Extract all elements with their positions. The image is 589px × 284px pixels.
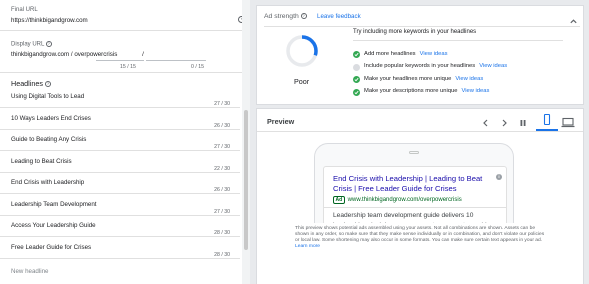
strength-tip: Make your descriptions more unique View i… bbox=[364, 88, 489, 94]
headline-text[interactable]: Using Digital Tools to Lead bbox=[11, 93, 84, 100]
ad-display-url: www.thinkbigandgrow.com/overpowercrisis bbox=[347, 197, 462, 203]
headline-char-count: 22 / 30 bbox=[214, 165, 230, 172]
display-url-path1-input[interactable]: overpowercrisis bbox=[74, 51, 117, 58]
phone-speaker bbox=[409, 151, 419, 154]
headline-field[interactable]: Leadership Team Development 27 / 30 bbox=[0, 194, 240, 216]
scrollbar-thumb[interactable] bbox=[244, 110, 248, 250]
strength-tip: Make your headlines more unique View idea… bbox=[364, 76, 483, 82]
preview-title: Preview bbox=[267, 117, 295, 126]
divider bbox=[0, 72, 248, 73]
ad-strength-title: Ad strength ? bbox=[264, 13, 307, 20]
display-url-label: Display URL ? bbox=[11, 41, 52, 48]
view-ideas-link[interactable]: View ideas bbox=[420, 51, 448, 57]
headline-text[interactable]: Free Leader Guide for Crises bbox=[11, 244, 91, 251]
checkmark-icon bbox=[353, 51, 360, 58]
laptop-icon bbox=[561, 117, 575, 128]
headline-text[interactable]: Guide to Beating Any Crisis bbox=[11, 136, 86, 143]
help-icon[interactable]: ? bbox=[45, 41, 52, 47]
view-ideas-link[interactable]: View ideas bbox=[455, 76, 483, 82]
path1-count: 15 / 15 bbox=[120, 64, 136, 70]
headline-field[interactable]: Guide to Beating Any Crisis 27 / 30 bbox=[0, 129, 240, 151]
headline-field[interactable]: 10 Ways Leaders End Crises 26 / 30 bbox=[0, 108, 240, 130]
strength-rating: Poor bbox=[294, 77, 310, 86]
display-url-slash: / bbox=[142, 51, 144, 58]
ad-strength-card: Ad strength ? Leave feedback Poor Try in… bbox=[256, 5, 584, 105]
tip-text: Make your headlines more unique bbox=[364, 75, 452, 82]
preview-disclaimer: This preview shows potential ads assembl… bbox=[295, 226, 545, 249]
ad-badge: Ad bbox=[333, 196, 345, 204]
strength-gauge bbox=[286, 35, 318, 67]
ad-url-line: Ad www.thinkbigandgrow.com/overpowercrisi… bbox=[333, 196, 462, 204]
display-url-field: thinkbigandgrow.com / overpowercrisis / bbox=[11, 51, 144, 58]
display-url-base: thinkbigandgrow.com bbox=[11, 51, 70, 58]
learn-more-link[interactable]: Learn more bbox=[295, 244, 320, 249]
headline-field[interactable]: Free Leader Guide for Crises 28 / 30 bbox=[0, 237, 240, 259]
pause-icon[interactable] bbox=[518, 115, 528, 126]
headline-char-count: 28 / 30 bbox=[214, 251, 230, 258]
headline-text[interactable]: Leadership Team Development bbox=[11, 201, 97, 208]
strength-tip: Add more headlines View ideas bbox=[364, 51, 448, 57]
headline-char-count: 27 / 30 bbox=[214, 101, 230, 107]
divider bbox=[264, 26, 580, 27]
tip-text: Make your descriptions more unique bbox=[364, 88, 458, 94]
divider bbox=[324, 207, 506, 208]
headline-text[interactable]: Leading to Beat Crisis bbox=[11, 158, 72, 165]
path2-underline bbox=[146, 60, 206, 61]
final-url-label: Final URL bbox=[11, 7, 38, 13]
headline-field[interactable]: Access Your Leadership Guide 28 / 30 bbox=[0, 215, 240, 237]
tip-text: Add more headlines bbox=[364, 50, 416, 57]
headline-text[interactable]: End Crisis with Leadership bbox=[11, 179, 84, 186]
strength-intro: Try including more keywords in your head… bbox=[353, 29, 477, 35]
tip-text: Include popular keywords in your headlin… bbox=[364, 63, 476, 69]
final-url-input[interactable]: https://thinkbigandgrow.com bbox=[11, 17, 88, 24]
view-ideas-link[interactable]: View ideas bbox=[479, 63, 507, 69]
headline-field[interactable]: End Crisis with Leadership 26 / 30 bbox=[0, 172, 240, 194]
headline-char-count: 28 / 30 bbox=[214, 230, 230, 236]
leave-feedback-link[interactable]: Leave feedback bbox=[317, 13, 361, 20]
help-icon[interactable]: ? bbox=[300, 13, 307, 20]
desktop-view-tab[interactable] bbox=[561, 115, 575, 128]
pending-icon bbox=[353, 63, 360, 71]
collapse-chevron-icon[interactable] bbox=[569, 13, 578, 24]
headline-text[interactable]: 10 Ways Leaders End Crises bbox=[11, 115, 91, 122]
view-ideas-link[interactable]: View ideas bbox=[461, 88, 489, 94]
headline-field[interactable]: Leading to Beat Crisis 22 / 30 bbox=[0, 151, 240, 173]
headline-char-count: 27 / 30 bbox=[214, 144, 230, 150]
new-headline-input[interactable]: New headline bbox=[11, 268, 49, 275]
headline-text[interactable]: Access Your Leadership Guide bbox=[11, 222, 96, 229]
preview-card: Preview End Crisis with Leadership | Lea… bbox=[256, 108, 584, 284]
headline-field[interactable]: Using Digital Tools to Lead 27 / 30 bbox=[0, 86, 240, 108]
chevron-left-icon[interactable] bbox=[481, 115, 491, 127]
smartphone-icon bbox=[543, 114, 551, 125]
divider bbox=[0, 30, 248, 31]
mobile-view-tab[interactable] bbox=[536, 109, 558, 131]
checkmark-icon bbox=[353, 88, 360, 96]
path2-count: 0 / 15 bbox=[191, 64, 204, 70]
divider bbox=[353, 40, 563, 41]
divider bbox=[257, 131, 583, 132]
info-icon[interactable]: i bbox=[496, 174, 502, 180]
checkmark-icon bbox=[353, 76, 360, 83]
path1-underline bbox=[96, 60, 144, 61]
ad-headline-link[interactable]: End Crisis with Leadership | Leading to … bbox=[333, 174, 483, 193]
headline-char-count: 26 / 30 bbox=[214, 122, 230, 129]
asset-editor-panel: Final URL https://thinkbigandgrow.com ? … bbox=[0, 0, 250, 284]
display-url-slash: / bbox=[70, 51, 73, 58]
strength-tip: Include popular keywords in your headlin… bbox=[364, 63, 507, 69]
chevron-right-icon[interactable] bbox=[499, 115, 509, 127]
headline-char-count: 26 / 30 bbox=[214, 187, 230, 193]
headline-char-count: 27 / 30 bbox=[214, 208, 230, 215]
